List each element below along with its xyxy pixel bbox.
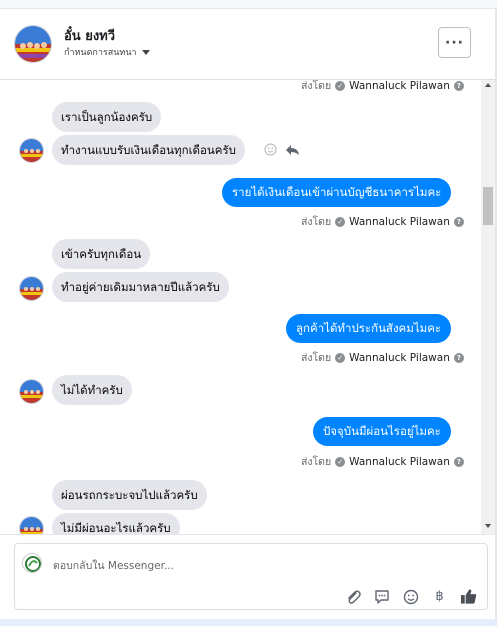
sent-by-name: Wannaluck Pilawan [349,351,450,364]
reply-composer[interactable]: ตอบกลับใน Messenger... ฿ [14,543,488,610]
message-bubble[interactable]: ทำงานแบบรับเงินเดือนทุกเดือนครับ [52,135,245,165]
chat-scrollbar[interactable] [481,80,495,534]
composer-toolbar: ฿ [344,588,477,605]
sent-by-line: ส่งโดย ✓ Wannaluck Pilawan ? [301,453,464,470]
sent-by-name: Wannaluck Pilawan [349,215,450,228]
message-bubble[interactable]: ผ่อนรถกระบะจบไปแล้วครับ [52,480,207,510]
scroll-up-arrow-icon[interactable] [485,83,491,87]
help-icon[interactable]: ? [453,80,464,91]
contact-name[interactable]: อั๋น ยงทวี [64,25,115,46]
help-icon[interactable]: ? [453,216,464,227]
contact-avatar-small [19,379,44,404]
sent-by-prefix: ส่งโดย [301,216,332,228]
page-logo-icon [22,553,42,573]
sent-by-line: ส่งโดย ✓ Wannaluck Pilawan ? [301,349,464,366]
message-bubble-outgoing[interactable]: รายได้เงินเดือนเข้าผ่านบัญชีธนาคารไมคะ [222,178,452,207]
emoji-icon[interactable] [402,588,419,605]
message-thread[interactable]: ส่งโดย ✓ Wannaluck Pilawan ? เราเป็นลูกน… [0,80,481,534]
contact-avatar-small [19,516,44,534]
conversation-header: อั๋น ยงทวี กำหนดการสนทนา ··· [0,9,495,80]
more-options-button[interactable]: ··· [438,27,471,58]
sent-by-line: ส่งโดย ✓ Wannaluck Pilawan ? [301,213,464,230]
reply-input[interactable]: ตอบกลับใน Messenger... [53,557,174,574]
message-bubble[interactable]: ไม่มีผ่อนอะไรแล้วครับ [52,513,180,534]
contact-avatar[interactable] [14,25,52,63]
message-bubble[interactable]: ทำอยู่ค่ายเดิมมาหลายปีแล้วครับ [52,272,229,302]
check-circle-icon: ✓ [335,352,346,363]
scroll-thumb[interactable] [483,187,493,225]
check-circle-icon: ✓ [335,216,346,227]
message-bubble[interactable]: เราเป็นลูกน้องครับ [52,102,162,132]
thumbs-up-icon[interactable] [460,588,477,605]
bottom-strip [0,619,497,626]
baht-payment-icon[interactable]: ฿ [431,588,448,605]
message-bubble[interactable]: ไม่ได้ทำครับ [52,375,132,405]
contact-avatar-small [19,138,44,163]
reply-icon[interactable] [285,144,300,156]
message-bubble-outgoing[interactable]: ปัจจุบันมีผ่อนไรอยู่ไมคะ [313,417,451,446]
top-strip [0,0,497,9]
message-actions [264,143,300,156]
check-circle-icon: ✓ [335,80,346,91]
sent-by-prefix: ส่งโดย [301,80,332,92]
conversation-schedule-dropdown[interactable]: กำหนดการสนทนา [64,45,150,59]
message-bubble-outgoing[interactable]: ลูกค้าได้ทำประกันสังคมไมคะ [286,314,452,343]
sent-by-line: ส่งโดย ✓ Wannaluck Pilawan ? [301,80,464,94]
sent-by-prefix: ส่งโดย [301,456,332,468]
contact-avatar-small [19,276,44,301]
help-icon[interactable]: ? [453,352,464,363]
composer-area: ตอบกลับใน Messenger... ฿ [0,534,495,619]
message-bubble[interactable]: เข้าครับทุกเดือน [52,239,151,269]
sent-by-name: Wannaluck Pilawan [349,80,450,92]
help-icon[interactable]: ? [453,456,464,467]
react-emoji-icon[interactable] [264,143,277,156]
saved-replies-icon[interactable] [373,588,390,605]
sent-by-prefix: ส่งโดย [301,352,332,364]
caret-down-icon [141,49,150,55]
paperclip-icon[interactable] [344,588,361,605]
messenger-inbox-panel: อั๋น ยงทวี กำหนดการสนทนา ··· ส่งโดย ✓ Wa… [0,0,497,626]
check-circle-icon: ✓ [335,456,346,467]
sent-by-name: Wannaluck Pilawan [349,455,450,468]
schedule-label: กำหนดการสนทนา [64,48,137,58]
scroll-down-arrow-icon[interactable] [485,524,491,528]
